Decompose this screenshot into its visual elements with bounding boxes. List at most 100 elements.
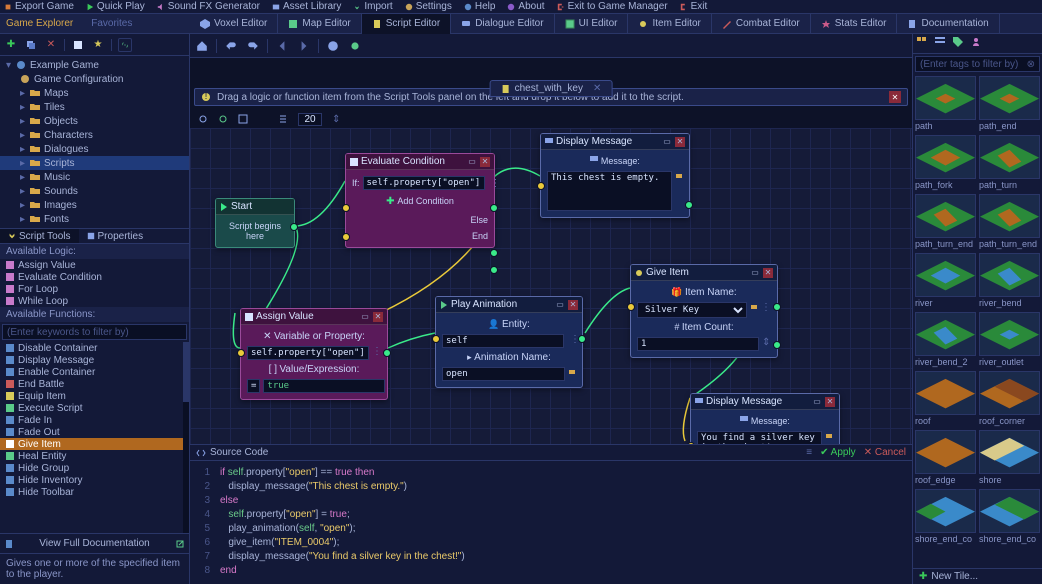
node-display-message-1[interactable]: Display Message▭✕ Message: This chest is…	[540, 133, 690, 218]
fn-heal-entity[interactable]: Heal Entity	[0, 450, 189, 462]
asset-tile[interactable]: path_turn_end	[979, 194, 1040, 250]
favorite-button[interactable]: ★	[91, 38, 105, 52]
zoom-stepper[interactable]: ⇕	[332, 114, 340, 125]
grid-button[interactable]	[238, 114, 248, 124]
game-explorer-label[interactable]: Game Explorer	[6, 18, 73, 29]
tree-root[interactable]: ▾Example Game	[0, 58, 189, 72]
message-input[interactable]: You find a silver key in the chest!	[697, 431, 822, 444]
logic-evaluate-condition[interactable]: Evaluate Condition	[0, 271, 189, 283]
clear-filter-icon[interactable]: ⊗	[1027, 59, 1035, 70]
center-view-button[interactable]	[198, 114, 208, 124]
menu-help[interactable]: Help	[464, 1, 496, 12]
tree-fonts[interactable]: ▸Fonts	[0, 212, 189, 226]
menu-import[interactable]: Import	[353, 1, 392, 12]
script-file-tab[interactable]: chest_with_key ✕	[490, 80, 613, 97]
asset-tile[interactable]: path	[915, 76, 976, 132]
tree-images[interactable]: ▸Images	[0, 198, 189, 212]
asset-tile[interactable]: path_fork	[915, 135, 976, 191]
asset-tile[interactable]: river_bend_2	[915, 312, 976, 368]
minimize-button[interactable]: ▭	[555, 300, 565, 310]
add-button[interactable]: ✚	[4, 38, 18, 52]
save-button[interactable]	[71, 38, 85, 52]
function-scrollbar[interactable]	[183, 342, 189, 533]
tree-dialogues[interactable]: ▸Dialogues	[0, 142, 189, 156]
fn-enable-container[interactable]: Enable Container	[0, 366, 189, 378]
asset-tile[interactable]: roof	[915, 371, 976, 427]
more-button[interactable]: ⋮	[491, 178, 501, 189]
asset-view-3[interactable]	[953, 37, 967, 51]
minimize-button[interactable]: ▭	[467, 157, 477, 167]
apply-button[interactable]: ✔ Apply	[820, 447, 856, 458]
close-button[interactable]: ✕	[763, 268, 773, 278]
forward-button[interactable]	[296, 38, 312, 54]
close-tab-icon[interactable]: ✕	[593, 83, 601, 94]
script-canvas[interactable]: Start Script begins here Evaluate Condit…	[190, 128, 912, 444]
redo-button[interactable]	[245, 38, 261, 54]
close-button[interactable]: ✕	[373, 312, 383, 322]
tool-tab-script[interactable]: Script Tools	[0, 229, 79, 243]
expression-input[interactable]	[263, 379, 385, 393]
close-button[interactable]: ✕	[568, 300, 578, 310]
add-condition-button[interactable]: Add Condition	[397, 196, 454, 206]
menu-about[interactable]: About	[507, 1, 544, 12]
zoom-input[interactable]	[298, 113, 322, 126]
delete-button[interactable]: ✕	[44, 38, 58, 52]
settings-button[interactable]	[325, 38, 341, 54]
documentation-link[interactable]: View Full Documentation	[0, 533, 189, 553]
tab-map-editor[interactable]: Map Editor	[278, 14, 361, 34]
asset-tile[interactable]: shore_end_co	[979, 489, 1040, 545]
item-count-input[interactable]	[637, 337, 759, 351]
asset-tile[interactable]: roof_edge	[915, 430, 976, 486]
more-button[interactable]: ⋮	[372, 346, 382, 360]
favorites-label[interactable]: Favorites	[91, 18, 132, 29]
node-assign-value[interactable]: Assign Value▭✕ ✕ Variable or Property: ⋮…	[240, 308, 388, 400]
tab-dialogue-editor[interactable]: Dialogue Editor	[451, 14, 554, 34]
if-condition-input[interactable]	[363, 176, 485, 190]
fn-hide-toolbar[interactable]: Hide Toolbar	[0, 486, 189, 498]
tree-music[interactable]: ▸Music	[0, 170, 189, 184]
fn-equip-item[interactable]: Equip Item	[0, 390, 189, 402]
asset-tile[interactable]: river_bend	[979, 253, 1040, 309]
asset-tile[interactable]: path_turn	[979, 135, 1040, 191]
fn-end-battle[interactable]: End Battle	[0, 378, 189, 390]
minimize-button[interactable]: ▭	[360, 312, 370, 322]
code-editor[interactable]: 1if self.property["open"] == true then 2…	[190, 461, 912, 581]
asset-view-1[interactable]	[917, 37, 931, 51]
minimize-button[interactable]: ▭	[812, 397, 822, 407]
menu-quick-play[interactable]: Quick Play	[86, 1, 145, 12]
fn-fade-in[interactable]: Fade In	[0, 414, 189, 426]
asset-view-2[interactable]	[935, 37, 949, 51]
debug-button[interactable]	[347, 38, 363, 54]
tab-stats-editor[interactable]: Stats Editor	[811, 14, 898, 34]
animation-name-input[interactable]	[442, 367, 565, 381]
new-tile-button[interactable]: ✚New Tile...	[913, 568, 1042, 584]
tree-maps[interactable]: ▸Maps	[0, 86, 189, 100]
minimize-button[interactable]: ▭	[750, 268, 760, 278]
tab-ui-editor[interactable]: UI Editor	[555, 14, 629, 34]
node-evaluate-condition[interactable]: Evaluate Condition▭✕ If:⋮ ✚ Add Conditio…	[345, 153, 495, 248]
menu-exit-manager[interactable]: Exit to Game Manager	[557, 1, 668, 12]
count-stepper[interactable]: ⇕	[762, 337, 770, 351]
tree-game-config[interactable]: Game Configuration	[0, 72, 189, 86]
asset-tile[interactable]: path_end	[979, 76, 1040, 132]
menu-settings[interactable]: Settings	[405, 1, 452, 12]
asset-tile[interactable]: path_turn_end	[915, 194, 976, 250]
undo-button[interactable]	[223, 38, 239, 54]
tab-item-editor[interactable]: Item Editor	[628, 14, 711, 34]
home-button[interactable]	[194, 38, 210, 54]
tab-documentation[interactable]: Documentation	[897, 14, 999, 34]
refresh-button[interactable]	[218, 114, 228, 124]
asset-view-4[interactable]	[971, 37, 985, 51]
link-button[interactable]	[118, 38, 132, 52]
close-button[interactable]: ✕	[825, 397, 835, 407]
close-button[interactable]: ✕	[480, 157, 490, 167]
logic-while-loop[interactable]: While Loop	[0, 295, 189, 307]
fn-execute-script[interactable]: Execute Script	[0, 402, 189, 414]
asset-tile[interactable]: river_outlet	[979, 312, 1040, 368]
logic-assign-value[interactable]: Assign Value	[0, 259, 189, 271]
source-menu-button[interactable]: ≡	[806, 447, 812, 458]
fn-hide-group[interactable]: Hide Group	[0, 462, 189, 474]
asset-filter-input[interactable]: (Enter tags to filter by)⊗	[915, 56, 1040, 72]
menu-export-game[interactable]: Export Game	[4, 1, 74, 12]
tab-combat-editor[interactable]: Combat Editor	[712, 14, 811, 34]
